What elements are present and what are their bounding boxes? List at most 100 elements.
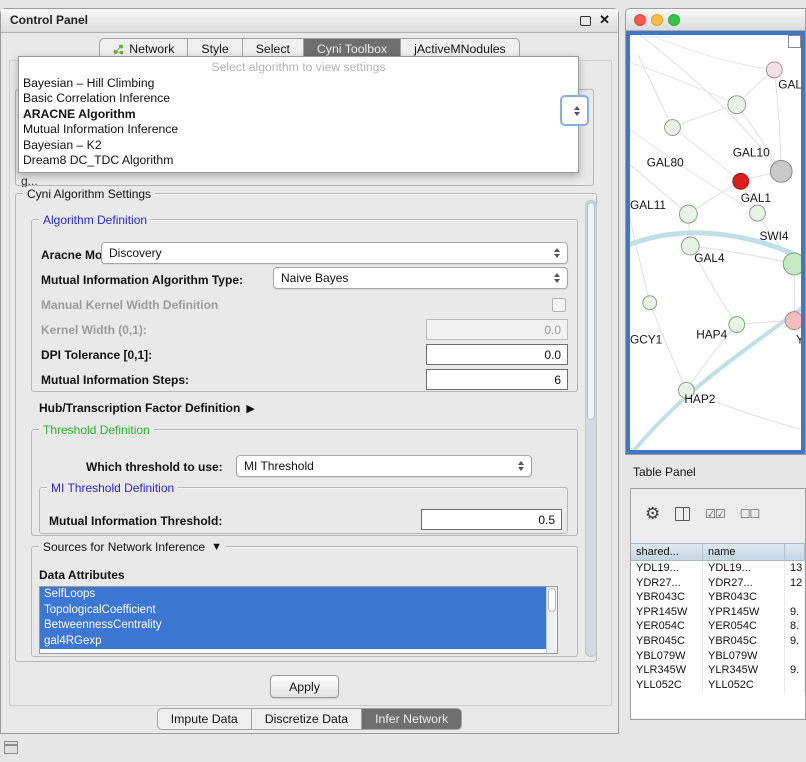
mi-steps-label: Mutual Information Steps: [41,373,189,387]
algorithm-option-bayesian-k2[interactable]: Bayesian – K2 [19,138,578,154]
sources-section-toggle[interactable]: Sources for Network Inference ▼ [39,540,226,554]
minimize-traffic-light-icon[interactable] [651,14,663,26]
network-node[interactable] [729,317,745,333]
kernel-width-field[interactable]: 0.0 [426,319,568,340]
attribute-item-selfloops[interactable]: SelfLoops [40,587,546,603]
table-cell: 9. [785,634,805,649]
mi-threshold-field[interactable]: 0.5 [421,509,562,530]
column-selector-icon[interactable] [675,507,690,521]
algorithm-option-basic-correlation-inference[interactable]: Basic Correlation Inference [19,91,578,107]
desktop: Control Panel ✕ NetworkStyleSelectCyni T… [0,0,806,762]
table-body: YDL19...YDL19...13YDR27...YDR27...12YBR0… [631,561,805,718]
tab-discretize-data[interactable]: Discretize Data [252,708,362,730]
node-label: HAP4 [696,327,727,341]
column-header-shared[interactable]: shared... [631,544,703,562]
table-row[interactable]: YPR145WYPR145W9. [631,605,805,620]
attribute-item-gal4rgexp[interactable]: gal4RGexp [40,634,546,650]
close-traffic-light-icon[interactable] [634,14,646,26]
dpi-tolerance-field[interactable]: 0.0 [426,344,568,365]
table-toolbar: ⚙ ☑☑ ☐☐ [645,505,759,522]
node-label: GAL [778,78,801,92]
tab-impute-data[interactable]: Impute Data [157,708,252,730]
table-row[interactable]: YBR043CYBR043C [631,590,805,605]
column-header-name[interactable]: name [703,544,785,562]
dpi-tolerance-label: DPI Tolerance [0,1]: [41,348,152,362]
combo-arrows-icon [574,106,580,116]
table-cell: YLL052C [631,678,703,693]
apply-button[interactable]: Apply [270,675,339,698]
overview-toggle[interactable] [788,35,801,48]
network-tab-icon [113,44,124,55]
hub-tf-section-toggle[interactable]: Hub/Transcription Factor Definition ▶ [39,401,255,415]
network-svg: GAL80GAL10GAL11GAL1SWI4GAL4GCY1HAP4HAP2G… [630,35,801,450]
settings-scrollbar[interactable] [585,200,597,657]
table-cell: YBL079W [631,649,703,664]
table-cell: YBR043C [703,590,785,605]
attribute-item-betweennesscentrality[interactable]: BetweennessCentrality [40,618,546,634]
table-row[interactable]: YBL079WYBL079W [631,649,805,664]
table-cell: 9. [785,605,805,620]
table-cell: YDL19... [631,561,703,576]
table-row[interactable]: YBR045CYBR045C9. [631,634,805,649]
network-node[interactable] [679,205,697,223]
table-row[interactable]: YLR345WYLR345W9. [631,663,805,678]
hub-tf-label: Hub/Transcription Factor Definition [39,401,240,415]
network-view-window: GAL80GAL10GAL11GAL1SWI4GAL4GCY1HAP4HAP2G… [625,8,806,455]
manual-kernel-checkbox[interactable] [552,298,566,312]
network-canvas[interactable]: GAL80GAL10GAL11GAL1SWI4GAL4GCY1HAP4HAP2G… [626,31,805,454]
attribute-list-scrollbar[interactable] [546,587,557,653]
close-icon[interactable]: ✕ [599,12,610,28]
zoom-traffic-light-icon[interactable] [668,14,680,26]
collapsed-panel-icon[interactable] [4,741,18,754]
node-label: GAL1 [741,191,772,205]
settings-scrollbar-thumb[interactable] [587,202,595,420]
algorithm-combo-arrows-button[interactable] [560,95,589,126]
node-label: SWI4 [759,229,788,243]
column-header-col2[interactable] [785,544,805,562]
network-node[interactable] [665,120,681,136]
table-cell: YLR345W [631,663,703,678]
table-panel-title: Table Panel [633,465,696,479]
select-all-checkboxes-icon[interactable]: ☑☑ [705,507,725,521]
which-threshold-label: Which threshold to use: [86,460,223,474]
attribute-item-topologicalcoefficient[interactable]: TopologicalCoefficient [40,603,546,619]
tab-infer-network[interactable]: Infer Network [362,708,462,730]
mi-steps-value: 6 [554,373,561,387]
table-cell [785,678,805,693]
algorithm-option-mutual-information-inference[interactable]: Mutual Information Inference [19,122,578,138]
network-window-titlebar[interactable] [626,9,805,31]
mi-threshold-value: 0.5 [538,513,555,527]
deselect-all-checkboxes-icon[interactable]: ☐☐ [740,507,760,521]
which-threshold-select[interactable]: MI Threshold [236,455,532,477]
network-node[interactable] [750,205,766,221]
table-row[interactable]: YDL19...YDL19...13 [631,561,805,576]
table-row[interactable]: YLL052CYLL052C [631,678,805,693]
table-row[interactable]: YER054CYER054C8. [631,619,805,634]
tab-label: Discretize Data [265,712,348,726]
algorithm-option-aracne-algorithm[interactable]: ARACNE Algorithm [19,107,578,123]
mi-type-select[interactable]: Naive Bayes [273,267,568,289]
network-node[interactable] [733,173,749,189]
combo-arrows-icon [518,461,524,471]
algorithm-definition-title: Algorithm Definition [39,213,151,227]
aracne-mode-select[interactable]: Discovery [101,242,568,264]
control-panel-titlebar[interactable]: Control Panel ✕ [1,9,618,33]
network-node[interactable] [643,296,657,310]
float-window-icon[interactable] [580,16,591,26]
algorithm-option-dream8-dc-tdc-algorithm[interactable]: Dream8 DC_TDC Algorithm [19,153,578,169]
network-edge [632,302,801,450]
algorithm-option-bayesian-hill-climbing[interactable]: Bayesian – Hill Climbing [19,76,578,92]
mi-steps-field[interactable]: 6 [426,369,568,390]
combo-arrows-icon [554,248,560,258]
network-node[interactable] [770,160,792,182]
network-node[interactable] [785,312,801,330]
dropdown-placeholder: Select algorithm to view settings [19,60,578,76]
control-panel-window: Control Panel ✕ NetworkStyleSelectCyni T… [0,8,619,734]
attribute-list-scrollbar-thumb[interactable] [548,588,556,612]
network-node[interactable] [766,62,782,78]
network-node[interactable] [783,253,801,275]
table-row[interactable]: YDR27...YDR27...12 [631,576,805,591]
gear-icon[interactable]: ⚙ [645,505,660,522]
node-label: HAP2 [684,392,715,406]
network-node[interactable] [728,96,746,114]
